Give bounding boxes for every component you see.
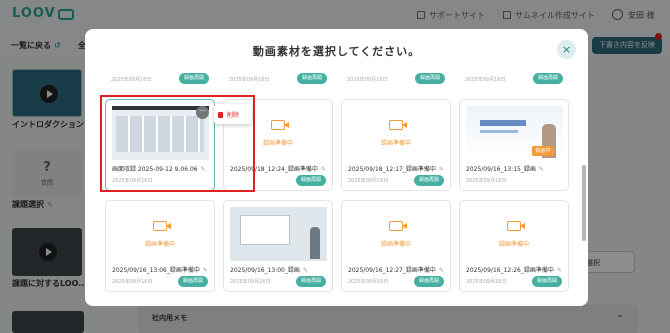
pencil-icon[interactable]: ✎ (203, 267, 208, 274)
card-title: 2025/09/18_12:17_録画準備中 ✎ (348, 166, 444, 173)
pencil-icon[interactable]: ✎ (539, 166, 544, 173)
card-date: 2025年09月16日 (466, 279, 507, 285)
pencil-icon[interactable]: ✎ (557, 267, 562, 274)
card-stub[interactable]: 2025年09月16日 録画再開 (341, 73, 451, 85)
close-icon[interactable]: × (557, 40, 576, 59)
recording-badge: 録画中 (532, 146, 554, 156)
resume-recording-button[interactable]: 録画再開 (178, 276, 208, 287)
card-stub[interactable]: 2025年09月16日 録画再開 (459, 73, 569, 85)
status-text: 録画準備中 (380, 241, 411, 248)
card-title: 2025/09/16_12:26_録画準備中 ✎ (466, 267, 562, 274)
status-text: 録画準備中 (144, 241, 175, 248)
video-card[interactable]: 録画中 2025/09/16_13:15_録画 ✎ 2025年09月16日 (459, 99, 569, 191)
video-camera-icon (389, 120, 407, 130)
delete-menu-item[interactable]: 削除 (214, 104, 252, 124)
resume-recording-button[interactable]: 録画再開 (415, 73, 445, 84)
video-camera-icon (271, 120, 289, 130)
scrollbar-thumb[interactable] (582, 165, 586, 241)
card-title: 2025/09/16_12:27_録画準備中 ✎ (348, 267, 444, 274)
thumbnail-document (240, 215, 290, 245)
card-title: 2025/09/16_13:00_録画 ✎ (230, 267, 308, 274)
resume-recording-button[interactable]: 録画再開 (296, 276, 326, 287)
status-text: 録画準備中 (498, 241, 529, 248)
modal-title: 動画素材を選択してください。 (252, 45, 421, 58)
video-camera-icon (389, 221, 407, 231)
resume-recording-button[interactable]: 録画再開 (414, 276, 444, 287)
resume-recording-button[interactable]: 録画再開 (179, 73, 209, 84)
thumbnail-heading (480, 120, 526, 126)
preparing-area: 録画準備中 (342, 100, 450, 160)
card-date: 2025年09月16日 (230, 279, 271, 285)
card-date: 2025年09月16日 (348, 279, 389, 285)
video-card[interactable]: 録画準備中 2025/09/16_12:26_録画準備中 ✎ 2025年09月16… (459, 200, 569, 292)
video-card[interactable]: 録画準備中 2025/09/16_13:06_録画準備中 ✎ 2025年09月16… (105, 200, 215, 292)
pencil-icon[interactable]: ✎ (439, 267, 444, 274)
video-camera-icon (507, 221, 525, 231)
card-stub[interactable]: 2025年09月16日 録画再開 (105, 73, 215, 85)
preparing-area: 録画準備中 (460, 201, 568, 261)
resume-recording-button[interactable]: 録画再開 (532, 276, 562, 287)
resume-recording-button[interactable]: 録画再開 (297, 73, 327, 84)
preparing-area: 録画準備中 (342, 201, 450, 261)
card-date: 2025年09月16日 (466, 178, 507, 184)
video-thumbnail: 録画中 (466, 106, 563, 160)
thumbnail-person (310, 227, 320, 259)
preparing-area: 録画準備中 (106, 201, 214, 261)
pencil-icon[interactable]: ✎ (439, 166, 444, 173)
pencil-icon[interactable]: ✎ (303, 267, 308, 274)
thumbnail-subheading (480, 130, 518, 133)
card-title: 2025/09/16_13:06_録画準備中 ✎ (112, 267, 208, 274)
status-text: 録画準備中 (380, 140, 411, 147)
pencil-icon[interactable]: ✎ (321, 166, 326, 173)
video-card[interactable]: 2025/09/16_13:00_録画 ✎ 2025年09月16日 録画再開 (223, 200, 333, 292)
resume-recording-button[interactable]: 録画再開 (533, 73, 563, 84)
resume-recording-button[interactable]: 録画再開 (296, 175, 326, 186)
card-date: 2025年09月16日 (348, 178, 389, 184)
resume-recording-button[interactable]: 録画再開 (414, 175, 444, 186)
video-camera-icon (153, 221, 171, 231)
video-card[interactable]: 録画準備中 2025/09/16_12:27_録画準備中 ✎ 2025年09月16… (341, 200, 451, 292)
modal-scrollbar[interactable] (580, 73, 588, 306)
trash-icon (218, 112, 223, 118)
video-thumbnail (230, 207, 327, 261)
more-options-button[interactable]: ··· (196, 106, 209, 119)
card-stub[interactable]: 2025年09月16日 録画再開 (223, 73, 333, 85)
card-title: 2025/09/16_13:15_録画 ✎ (466, 166, 544, 173)
video-card[interactable]: 録画準備中 2025/09/18_12:17_録画準備中 ✎ 2025年09月16… (341, 99, 451, 191)
card-date: 2025年09月16日 (112, 279, 153, 285)
